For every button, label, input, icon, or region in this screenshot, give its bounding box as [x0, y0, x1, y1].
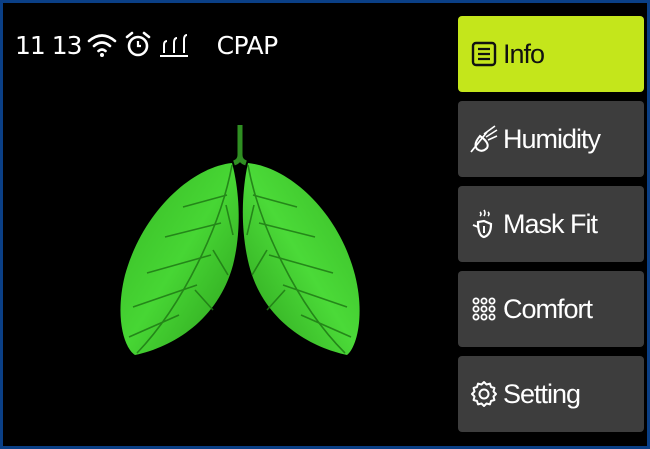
- humidity-level-icon: [159, 32, 189, 58]
- setting-button[interactable]: Setting: [458, 356, 644, 432]
- therapy-mode-label: CPAP: [216, 30, 279, 60]
- setting-label: Setting: [503, 378, 581, 409]
- info-button[interactable]: Info: [458, 16, 644, 92]
- status-bar: 11 13 CPAP: [15, 25, 278, 65]
- humidity-icon: [469, 124, 499, 154]
- gear-icon: [469, 379, 499, 409]
- side-menu: Info Humidity Mask Fit Comfort Setting: [458, 16, 644, 441]
- alarm-clock-icon: [125, 31, 151, 59]
- wifi-icon: [87, 32, 117, 58]
- mask-fit-button[interactable]: Mask Fit: [458, 186, 644, 262]
- comfort-button[interactable]: Comfort: [458, 271, 644, 347]
- humidity-button[interactable]: Humidity: [458, 101, 644, 177]
- clock-time: 11 13: [15, 30, 83, 60]
- device-frame: 11 13 CPAP Info Humidity Mask Fit Comfor…: [0, 0, 650, 449]
- lungs-leaf-icon: [120, 125, 360, 355]
- comfort-grid-icon: [469, 294, 499, 324]
- device-screen: 11 13 CPAP Info Humidity Mask Fit Comfor…: [3, 3, 647, 446]
- info-list-icon: [469, 39, 499, 69]
- mask-fit-label: Mask Fit: [503, 208, 598, 239]
- humidity-label: Humidity: [503, 123, 601, 154]
- mask-fit-icon: [469, 209, 499, 239]
- comfort-label: Comfort: [503, 293, 593, 324]
- info-label: Info: [503, 38, 545, 69]
